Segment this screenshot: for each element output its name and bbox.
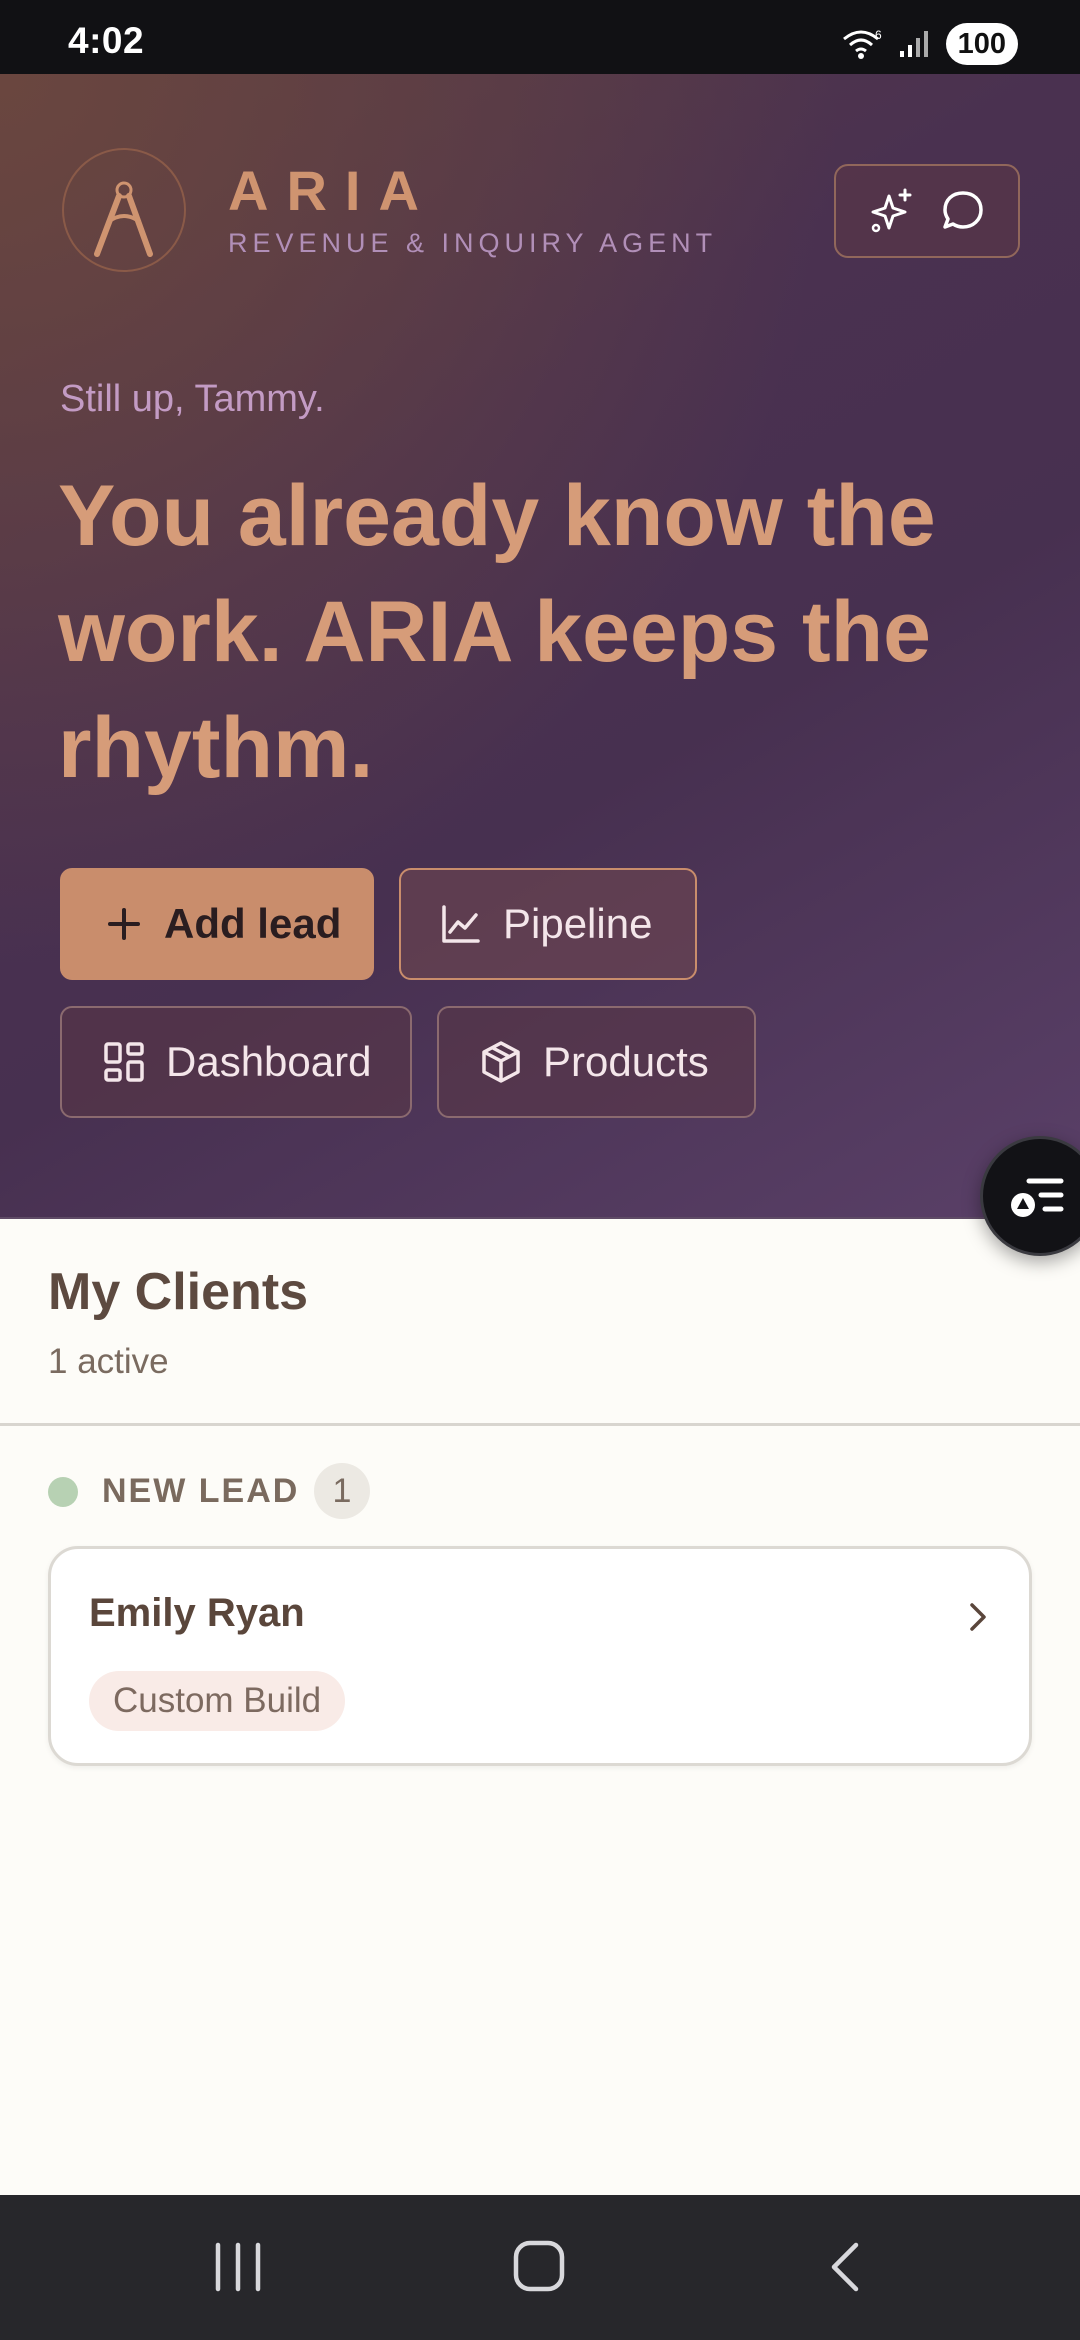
- stage-label: NEW LEAD: [102, 1472, 300, 1510]
- battery-indicator: 100: [945, 23, 1018, 65]
- brand-subtitle: REVENUE & INQUIRY AGENT: [228, 228, 718, 258]
- logo-a-icon: [94, 181, 153, 257]
- chart-line-icon: [442, 905, 480, 943]
- status-icons: 6 100: [842, 22, 1018, 66]
- home-icon[interactable]: [512, 2239, 568, 2295]
- products-label: Products: [543, 1038, 709, 1085]
- hero-headline: You already know the work. ARIA keeps th…: [58, 468, 936, 796]
- wifi-icon: 6: [842, 28, 882, 59]
- dashboard-button[interactable]: Dashboard: [60, 1006, 412, 1118]
- svg-text:6: 6: [875, 28, 882, 42]
- add-lead-button[interactable]: Add lead: [60, 868, 374, 980]
- dashboard-label: Dashboard: [166, 1038, 372, 1085]
- stage-count-badge: 1: [314, 1463, 370, 1519]
- clients-active-count: 1 active: [48, 1342, 169, 1381]
- products-button[interactable]: Products: [437, 1006, 756, 1118]
- floating-menu-button[interactable]: [980, 1136, 1080, 1256]
- menu-filter-icon: [1011, 1178, 1064, 1217]
- add-lead-label: Add lead: [164, 900, 342, 947]
- system-navigation-bar: [0, 2195, 1080, 2340]
- package-box-icon: [482, 1041, 520, 1083]
- pipeline-label: Pipeline: [503, 900, 653, 947]
- status-time: 4:02: [68, 20, 145, 61]
- hero-section: ARIA REVENUE & INQUIRY AGENT Still up, T…: [0, 74, 1080, 1219]
- sparkles-icon: [871, 188, 912, 233]
- chat-bubble-icon: [943, 191, 983, 229]
- recent-apps-icon[interactable]: [212, 2241, 264, 2293]
- client-tag: Custom Build: [89, 1671, 346, 1731]
- client-name: Emily Ryan: [89, 1591, 305, 1635]
- plus-icon: [108, 908, 140, 940]
- signal-icon: [899, 31, 928, 57]
- greeting-text: Still up, Tammy.: [60, 378, 325, 420]
- pipeline-button[interactable]: Pipeline: [399, 868, 697, 980]
- clients-title: My Clients: [48, 1263, 309, 1321]
- assistant-chat-button[interactable]: [834, 164, 1020, 258]
- status-bar: 4:02 6 100: [0, 0, 1080, 74]
- chevron-right-icon: [970, 1603, 986, 1631]
- dashboard-grid-icon: [104, 1042, 144, 1082]
- back-icon[interactable]: [822, 2239, 866, 2295]
- stage-status-dot: [48, 1477, 78, 1507]
- aria-logo: [62, 148, 186, 272]
- brand-name: ARIA: [228, 159, 437, 222]
- section-divider: [0, 1423, 1080, 1426]
- client-card[interactable]: Emily Ryan Custom Build: [48, 1546, 1032, 1766]
